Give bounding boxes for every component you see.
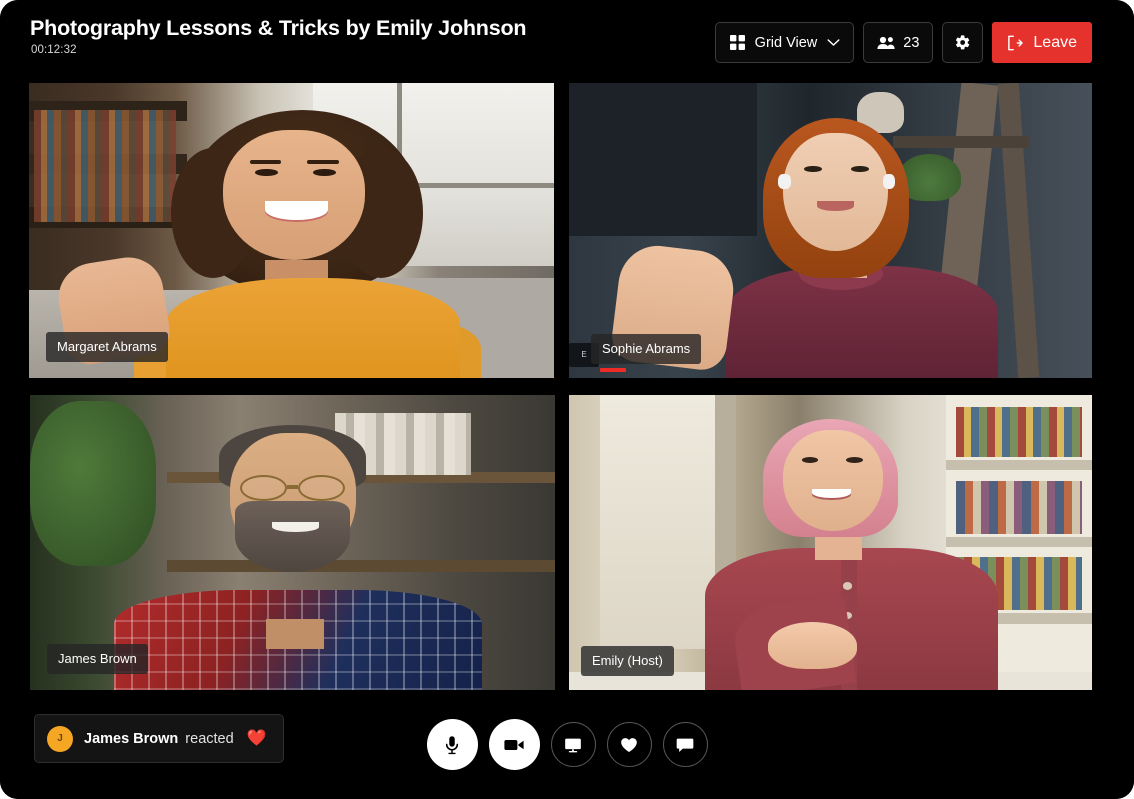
participants-count: 23: [903, 34, 920, 51]
reaction-verb: reacted: [185, 730, 234, 747]
participant-name-badge: Sophie Abrams: [591, 334, 702, 364]
reaction-toast: J James Brown reacted ❤️: [34, 714, 284, 763]
video-tile[interactable]: Margaret Abrams: [29, 83, 554, 378]
video-tile[interactable]: E Sophie Abrams: [569, 83, 1092, 378]
speaking-indicator-bar: [600, 368, 626, 372]
participant-name-badge: James Brown: [47, 644, 148, 674]
heart-icon: [619, 735, 639, 755]
video-tile[interactable]: James Brown: [30, 395, 555, 690]
heart-emoji-icon: ❤️: [246, 729, 267, 747]
exit-icon: [1006, 34, 1024, 52]
page-title: Photography Lessons & Tricks by Emily Jo…: [30, 16, 527, 40]
video-call-window: Photography Lessons & Tricks by Emily Jo…: [0, 0, 1134, 799]
chevron-down-icon: [827, 38, 840, 47]
camera-button[interactable]: [488, 719, 540, 770]
gear-icon: [954, 34, 971, 51]
video-grid: Margaret Abrams E Sophie Abrams James Br…: [29, 83, 1092, 690]
view-mode-button[interactable]: Grid View: [714, 22, 855, 63]
chat-icon: [675, 735, 695, 755]
leave-button[interactable]: Leave: [992, 22, 1092, 63]
meeting-timer: 00:12:32: [31, 44, 77, 56]
share-screen-button[interactable]: [550, 722, 596, 767]
camera-icon: [502, 733, 526, 757]
participant-name-badge: Margaret Abrams: [46, 332, 168, 362]
reaction-user-name: James Brown: [84, 730, 179, 747]
grid-icon: [729, 35, 745, 50]
chat-button[interactable]: [662, 722, 708, 767]
reactions-button[interactable]: [606, 722, 652, 767]
people-icon: [877, 36, 895, 50]
avatar: J: [47, 725, 73, 752]
leave-label: Leave: [1033, 33, 1077, 51]
microphone-icon: [441, 734, 463, 756]
participant-name-badge: Emily (Host): [581, 646, 674, 676]
participants-button[interactable]: 23: [863, 22, 934, 63]
app-footer: J James Brown reacted ❤️: [0, 690, 1134, 799]
header-controls: Grid View 23 Leave: [714, 22, 1092, 63]
app-header: Photography Lessons & Tricks by Emily Jo…: [0, 0, 1134, 80]
microphone-button[interactable]: [426, 719, 478, 770]
settings-button[interactable]: [942, 22, 984, 63]
screen-share-icon: [563, 735, 583, 755]
video-tile[interactable]: Emily (Host): [569, 395, 1092, 690]
view-mode-label: Grid View: [754, 34, 818, 51]
